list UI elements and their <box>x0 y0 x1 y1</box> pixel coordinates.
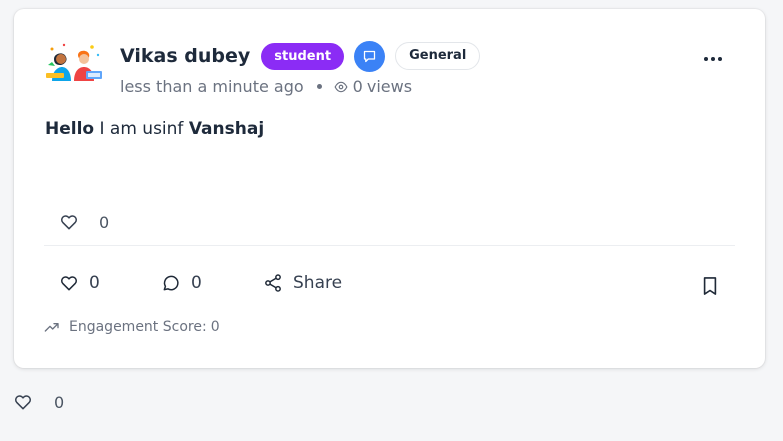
comment-count: 0 <box>191 273 202 293</box>
eye-icon <box>334 80 348 94</box>
heart-icon <box>60 215 78 230</box>
heart-icon <box>60 276 78 291</box>
more-icon <box>704 57 708 61</box>
like-count: 0 <box>89 273 100 293</box>
meta-separator <box>316 84 322 89</box>
author-row: Vikas dubey student General <box>120 40 481 72</box>
role-badge: student <box>261 42 345 70</box>
views-label: views <box>366 77 413 96</box>
post-body: Hello I am usinf Vanshaj <box>45 119 264 139</box>
post-body-text: I am usinf <box>94 119 189 139</box>
outer-like-count: 0 <box>54 392 65 412</box>
chat-icon <box>363 50 376 62</box>
share-label: Share <box>293 273 343 293</box>
post-body-bold-2: Vanshaj <box>188 119 265 139</box>
divider <box>44 245 735 246</box>
trending-up-icon <box>44 323 59 332</box>
author-name[interactable]: Vikas dubey <box>120 45 250 67</box>
post-actions: 0 0 Share <box>59 273 342 293</box>
heart-icon <box>14 395 32 410</box>
post-time: less than a minute ago <box>120 77 304 96</box>
engagement-value: 0 <box>210 319 220 335</box>
inline-like-count: 0 <box>99 212 110 232</box>
bookmark-icon <box>703 277 717 295</box>
inline-like-summary[interactable]: 0 <box>59 212 109 232</box>
like-button[interactable]: 0 <box>59 273 161 293</box>
post-meta: less than a minute ago 0 views <box>120 77 412 96</box>
engagement-label: Engagement Score: <box>69 319 207 335</box>
more-options-button[interactable] <box>701 49 725 69</box>
post-body-bold-1: Hello <box>45 119 95 139</box>
bookmark-button[interactable] <box>701 276 719 300</box>
comment-button[interactable]: 0 <box>161 273 263 293</box>
post-card: Vikas dubey student General less than a … <box>14 9 765 368</box>
author-avatar[interactable] <box>44 41 104 81</box>
chat-badge[interactable] <box>354 40 386 72</box>
share-icon <box>265 274 281 292</box>
avatar-illustration-icon <box>46 43 102 81</box>
category-badge[interactable]: General <box>395 42 481 70</box>
engagement-score: Engagement Score: 0 <box>44 319 220 335</box>
comment-icon <box>163 275 179 291</box>
outer-like-summary[interactable]: 0 <box>13 392 64 412</box>
share-button[interactable]: Share <box>263 273 342 293</box>
views-count: 0 <box>352 77 363 96</box>
